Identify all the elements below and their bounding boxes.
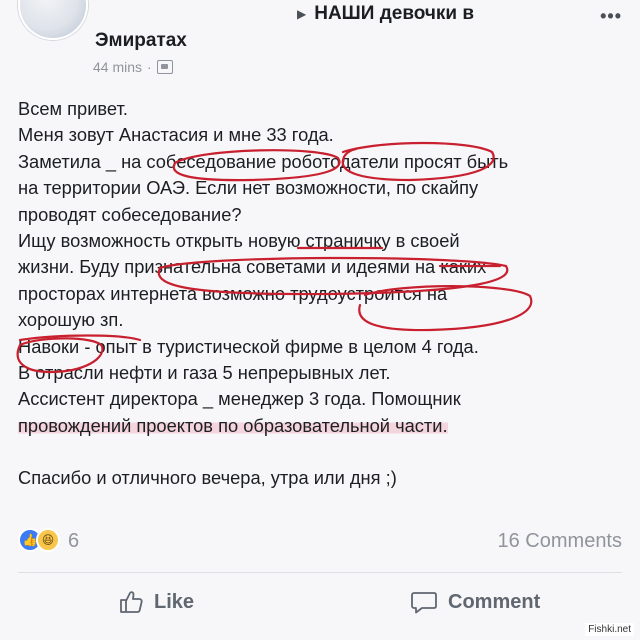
avatar[interactable] [18, 0, 88, 40]
group-name-line1[interactable]: НАШИ девочки в [314, 3, 474, 25]
reactions-summary[interactable]: 👍 😆 6 [18, 528, 79, 554]
post-line: Ищу возможность открыть новую страничку … [18, 229, 460, 251]
highlighted-text: провождений проектов по образовательной … [18, 414, 448, 436]
haha-reaction-icon: 😆 [36, 528, 60, 552]
post-line: Ассистент директора _ менеджер 3 года. П… [18, 388, 461, 410]
group-title[interactable]: ▶ НАШИ девочки в [297, 3, 474, 25]
timestamp[interactable]: 44 mins [93, 59, 142, 75]
post-line: провождений проектов по образовательной … [18, 413, 628, 439]
post-line: Всем привет. [18, 98, 128, 119]
comment-label: Comment [448, 590, 541, 613]
post-line: Заметила _ на собеседование роботодатели… [18, 150, 509, 172]
group-name-line2[interactable]: Эмиратах [95, 30, 187, 52]
post-line: проводят собеседование? [18, 203, 242, 225]
reaction-count[interactable]: 6 [68, 530, 79, 553]
comment-button[interactable]: Comment [410, 589, 540, 615]
like-label: Like [154, 590, 195, 613]
comment-icon [411, 592, 437, 614]
post-line: на территории ОАЭ. Если нет возможности,… [18, 177, 479, 199]
post-card: ▶ НАШИ девочки в Эмиратах 44 mins · ••• … [0, 0, 640, 640]
meta-separator: · [147, 59, 152, 75]
post-line: Меня зовут Анастасия и мне 33 года. [18, 124, 334, 146]
post-line: В отрасли нефти и газа 5 непрерывных лет… [18, 361, 391, 383]
more-options-icon[interactable]: ••• [600, 6, 622, 27]
like-button[interactable]: Like [118, 589, 194, 615]
post-body: Всем привет. Меня зовут Анастасия и мне … [18, 96, 628, 492]
comments-count[interactable]: 16 Comments [498, 530, 623, 553]
post-meta: 44 mins · [93, 59, 173, 75]
divider [18, 572, 622, 573]
post-line: жизни. Буду признательна советами и идея… [18, 256, 487, 278]
post-line: Навоки - опыт в туристической фирме в це… [18, 335, 479, 357]
thumbs-up-icon [120, 591, 143, 613]
post-line: хорошую зп. [18, 309, 124, 331]
post-line: просторах интернета возможно трудоустрои… [18, 282, 448, 304]
audience-icon[interactable] [156, 60, 173, 74]
reaction-icons: 👍 😆 [18, 528, 68, 554]
post-line: Спасибо и отличного вечера, утра или дня… [18, 467, 397, 489]
watermark: Fishki.net [585, 623, 634, 636]
arrow-right-icon: ▶ [297, 7, 307, 21]
